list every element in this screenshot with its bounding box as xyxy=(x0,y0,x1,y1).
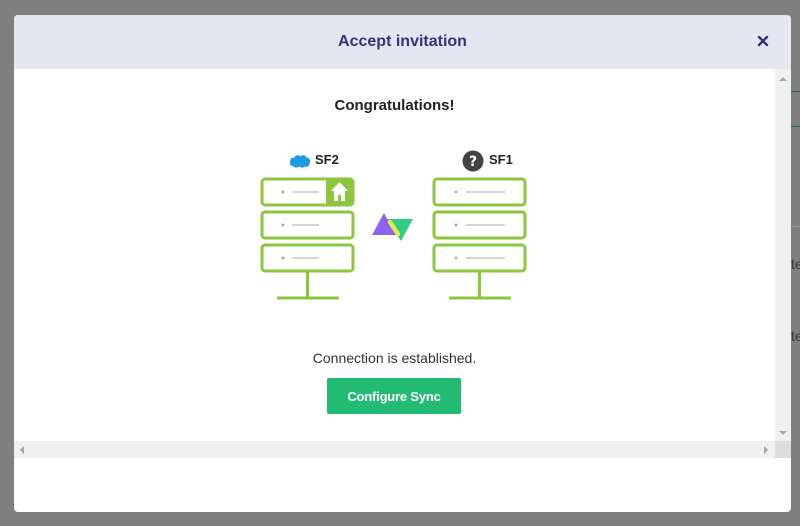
close-button[interactable] xyxy=(755,32,771,50)
background-text: te xyxy=(791,256,800,272)
question-icon: ? xyxy=(462,150,484,172)
source-name: SF2 xyxy=(315,152,339,167)
background-divider xyxy=(791,91,800,92)
target-name: SF1 xyxy=(489,152,513,167)
modal-header: Accept invitation xyxy=(14,15,791,69)
vertical-scrollbar[interactable] xyxy=(775,69,791,441)
connection-status-text: Connection is established. xyxy=(312,350,477,366)
background-text: te xyxy=(791,328,800,344)
scroll-down-arrow-icon[interactable] xyxy=(779,431,787,435)
modal-title: Accept invitation xyxy=(338,33,467,50)
configure-sync-button[interactable]: Configure Sync xyxy=(327,378,461,414)
target-server-icon xyxy=(432,177,527,300)
scroll-up-arrow-icon[interactable] xyxy=(779,77,787,81)
scroll-left-arrow-icon[interactable] xyxy=(20,446,24,454)
background-divider xyxy=(791,126,800,127)
close-icon xyxy=(757,35,769,47)
congratulations-heading: Congratulations! xyxy=(334,97,455,114)
salesforce-cloud-icon xyxy=(289,155,311,168)
accept-invitation-modal: Accept invitation Congratulations! SF2 ?… xyxy=(14,15,791,512)
svg-text:?: ? xyxy=(469,154,477,170)
scrollbar-corner xyxy=(775,441,791,458)
background-divider xyxy=(791,226,800,227)
connector-logo-icon xyxy=(372,213,413,241)
modal-body: Congratulations! SF2 ? SF1 Connection is… xyxy=(14,69,775,441)
scroll-right-arrow-icon[interactable] xyxy=(764,446,768,454)
horizontal-scrollbar[interactable] xyxy=(14,441,775,458)
source-server-icon xyxy=(260,177,355,300)
